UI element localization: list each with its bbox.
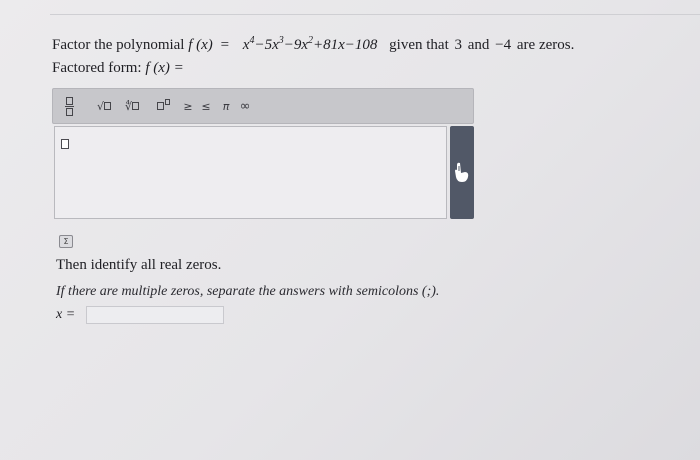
- x-equals-label: x =: [56, 307, 76, 322]
- hand-icon: [455, 162, 469, 182]
- semicolon-hint: If there are multiple zeros, separate th…: [56, 284, 440, 299]
- handwriting-tab[interactable]: [450, 126, 474, 219]
- real-zeros-input[interactable]: [86, 306, 224, 324]
- math-toolbar: √ ∜ ≥ ≤ π ∞: [52, 88, 474, 124]
- exponent-icon[interactable]: [153, 95, 173, 117]
- polynomial-expression: x4−5x3−9x2+81x−108: [242, 35, 378, 53]
- identify-zeros-text: Then identify all real zeros.: [56, 257, 222, 273]
- question-text: Factor the polynomial f (x) = x4−5x3−9x2…: [52, 35, 574, 54]
- sigma-button[interactable]: Σ: [59, 235, 73, 248]
- pi-icon[interactable]: π: [219, 95, 233, 117]
- factored-form-input[interactable]: [54, 126, 447, 219]
- zero-value-1: 3: [454, 37, 463, 53]
- input-placeholder-box: [61, 139, 69, 149]
- nth-root-icon[interactable]: ∜: [119, 95, 145, 117]
- factored-form-label: Factored form: f (x) =: [52, 60, 184, 76]
- fraction-icon[interactable]: [63, 95, 75, 117]
- le-icon[interactable]: ≤: [199, 95, 213, 117]
- ge-icon[interactable]: ≥: [181, 95, 195, 117]
- top-divider: [50, 14, 700, 15]
- and-text: and: [467, 37, 490, 53]
- sqrt-icon[interactable]: √: [93, 95, 115, 117]
- function-name: f (x): [188, 37, 213, 53]
- given-that-text: given that: [389, 37, 449, 53]
- equals-sign: =: [220, 37, 230, 53]
- infinity-icon[interactable]: ∞: [237, 95, 253, 117]
- question-intro: Factor the polynomial: [52, 37, 185, 53]
- are-zeros-text: are zeros.: [516, 37, 575, 53]
- zero-value-2: −4: [495, 37, 512, 53]
